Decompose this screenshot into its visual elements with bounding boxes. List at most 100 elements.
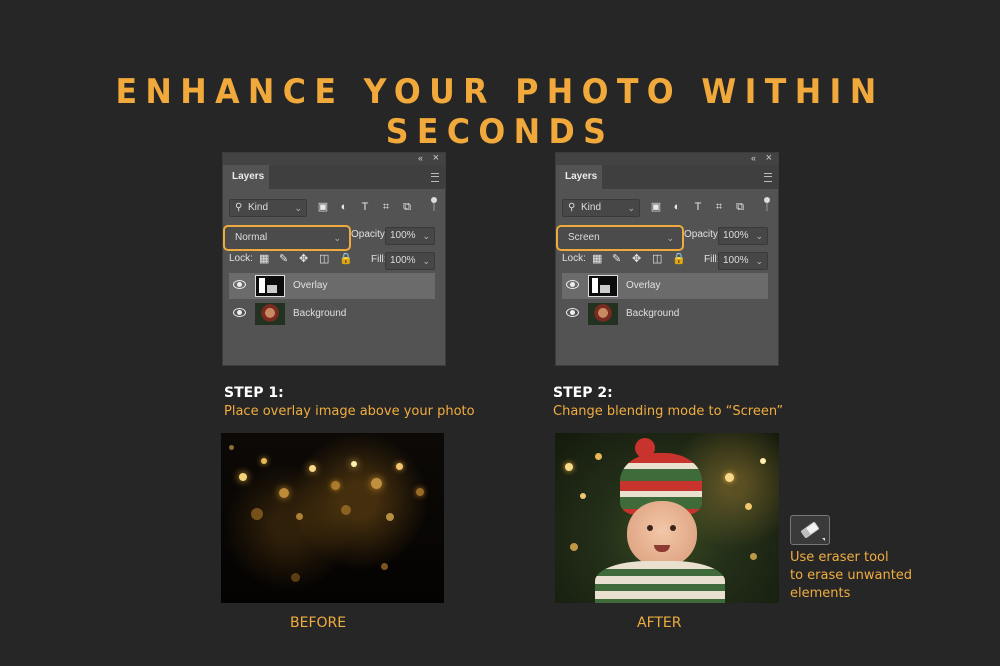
layer-row-overlay[interactable]: Overlay (229, 273, 435, 299)
lock-label: Lock: (229, 253, 253, 264)
image-filter-icon[interactable]: ▣ (648, 199, 664, 215)
chevron-down-icon: ⌄ (422, 256, 430, 266)
shape-filter-icon[interactable]: ⌗ (378, 199, 394, 215)
panel-menu-icon[interactable] (764, 173, 772, 182)
tab-bar: Layers (556, 165, 778, 189)
fill-value: 100% (723, 255, 749, 266)
before-caption: BEFORE (290, 615, 347, 631)
headline: ENHANCE YOUR PHOTO WITHIN SECONDS (115, 72, 885, 152)
layer-row-background[interactable]: Background (562, 301, 768, 327)
smart-object-filter-icon[interactable]: ⧉ (399, 199, 415, 215)
layer-row-overlay[interactable]: Overlay (562, 273, 768, 299)
kind-filter-label: Kind (248, 202, 269, 213)
type-filter-icon[interactable]: T (357, 199, 373, 215)
lock-all-icon[interactable]: 🔒 (339, 252, 353, 265)
layers-panel-normal: « × Layers ⚲ Kind ⌄ ▣ ◐ T ⌗ ⧉ Normal ⌄ Opaci… (222, 152, 446, 366)
close-icon[interactable]: × (766, 152, 772, 164)
eraser-note: Use eraser tool to erase unwanted elemen… (790, 549, 912, 603)
adjustment-filter-icon[interactable]: ◐ (336, 199, 352, 215)
child-face (627, 501, 697, 567)
lock-all-icon[interactable]: 🔒 (672, 252, 686, 265)
opacity-field[interactable]: 100% ⌄ (385, 227, 435, 245)
kind-filter-select[interactable]: ⚲ Kind ⌄ (229, 199, 307, 217)
shape-filter-icon[interactable]: ⌗ (711, 199, 727, 215)
striped-sweater (595, 561, 725, 603)
lock-position-icon[interactable]: ✥ (299, 252, 308, 265)
panel-title-bar: « × (223, 152, 445, 165)
search-icon: ⚲ (235, 202, 243, 213)
collapse-icon[interactable]: « (751, 153, 756, 163)
close-icon[interactable]: × (433, 152, 439, 164)
collapse-icon[interactable]: « (418, 153, 423, 163)
after-caption: AFTER (637, 615, 682, 631)
search-icon: ⚲ (568, 202, 576, 213)
eye-icon[interactable] (233, 280, 246, 289)
opacity-field[interactable]: 100% ⌄ (718, 227, 768, 245)
eraser-tool-button[interactable] (790, 515, 830, 545)
chevron-down-icon: ⌄ (294, 203, 302, 213)
type-filter-icon[interactable]: T (690, 199, 706, 215)
layer-name: Background (293, 308, 347, 319)
adjustment-filter-icon[interactable]: ◐ (669, 199, 685, 215)
chevron-down-icon: ⌄ (627, 203, 635, 213)
tab-layers[interactable]: Layers (223, 165, 269, 189)
layer-filter-icons: ▣ ◐ T ⌗ ⧉ (648, 199, 753, 215)
layer-filter-icons: ▣ ◐ T ⌗ ⧉ (315, 199, 420, 215)
chevron-down-icon: ⌄ (422, 231, 430, 241)
opacity-label: Opacity: (351, 229, 388, 240)
eraser-note-line: elements (790, 586, 851, 601)
chevron-down-icon: ⌄ (755, 256, 763, 266)
layer-name: Overlay (293, 280, 328, 291)
step-2-description: Change blending mode to “Screen” (553, 404, 784, 419)
chevron-down-icon: ⌄ (333, 233, 341, 243)
eye-icon[interactable] (566, 308, 579, 317)
kind-filter-select[interactable]: ⚲ Kind ⌄ (562, 199, 640, 217)
eraser-note-line: to erase unwanted (790, 568, 913, 583)
layer-row-background[interactable]: Background (229, 301, 435, 327)
eye-icon[interactable] (566, 280, 579, 289)
eraser-note-line: Use eraser tool (790, 550, 889, 565)
layer-thumbnail (255, 303, 285, 325)
panel-title-bar: « × (556, 152, 778, 165)
blend-mode-value: Screen (568, 232, 600, 243)
fill-field[interactable]: 100% ⌄ (385, 252, 435, 270)
layer-thumbnail (588, 303, 618, 325)
lock-image-icon[interactable]: ✎ (279, 252, 288, 265)
panel-menu-icon[interactable] (431, 173, 439, 182)
lock-label: Lock: (562, 253, 586, 264)
layer-name: Background (626, 308, 680, 319)
step-1-description: Place overlay image above your photo (224, 404, 475, 419)
filter-toggle-icon[interactable] (431, 197, 437, 211)
before-bokeh-photo (221, 433, 444, 603)
blend-mode-select[interactable]: Screen ⌄ (556, 225, 684, 251)
image-filter-icon[interactable]: ▣ (315, 199, 331, 215)
eye-icon[interactable] (233, 308, 246, 317)
opacity-value: 100% (723, 230, 749, 241)
filter-toggle-icon[interactable] (764, 197, 770, 211)
eraser-icon (801, 522, 825, 541)
lock-artboard-icon[interactable]: ◫ (652, 252, 662, 265)
tab-bar: Layers (223, 165, 445, 189)
lock-image-icon[interactable]: ✎ (612, 252, 621, 265)
blend-mode-value: Normal (235, 232, 268, 243)
chevron-down-icon: ⌄ (755, 231, 763, 241)
fill-field[interactable]: 100% ⌄ (718, 252, 768, 270)
layer-thumbnail (588, 275, 618, 297)
opacity-value: 100% (390, 230, 416, 241)
chevron-down-icon: ⌄ (666, 233, 674, 243)
smart-object-filter-icon[interactable]: ⧉ (732, 199, 748, 215)
lock-transparent-icon[interactable]: ▦ (592, 252, 602, 265)
layers-panel-screen: « × Layers ⚲ Kind ⌄ ▣ ◐ T ⌗ ⧉ Screen ⌄ Opaci… (555, 152, 779, 366)
fill-value: 100% (390, 255, 416, 266)
tab-layers[interactable]: Layers (556, 165, 602, 189)
lock-transparent-icon[interactable]: ▦ (259, 252, 269, 265)
lock-artboard-icon[interactable]: ◫ (319, 252, 329, 265)
kind-filter-label: Kind (581, 202, 602, 213)
step-2-title: STEP 2: (553, 385, 613, 401)
blend-mode-select[interactable]: Normal ⌄ (223, 225, 351, 251)
opacity-label: Opacity: (684, 229, 721, 240)
lock-position-icon[interactable]: ✥ (632, 252, 641, 265)
layer-name: Overlay (626, 280, 661, 291)
after-photo (555, 433, 779, 603)
layer-thumbnail (255, 275, 285, 297)
